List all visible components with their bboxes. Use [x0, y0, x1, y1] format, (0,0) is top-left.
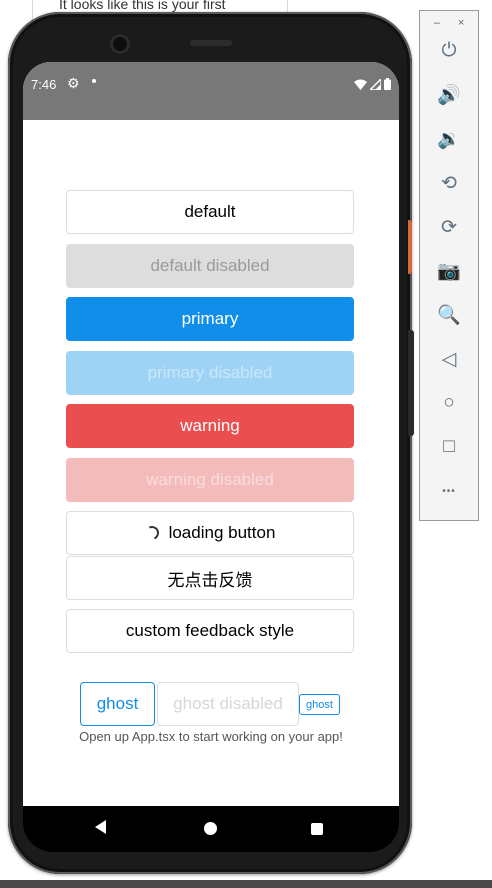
loading-spinner-icon [142, 524, 161, 542]
nav-recents-icon[interactable] [311, 823, 323, 835]
emulator-window-controls: – × [420, 17, 478, 31]
ghost-button[interactable]: ghost [80, 682, 155, 726]
no-feedback-button[interactable]: 无点击反馈 [66, 556, 354, 600]
earpiece-speaker [190, 40, 232, 46]
nav-home-icon[interactable] [204, 822, 217, 835]
custom-feedback-button[interactable]: custom feedback style [66, 609, 354, 653]
power-icon[interactable]: ⏻ [420, 36, 478, 66]
close-icon[interactable]: × [458, 17, 464, 29]
ghost-disabled-button: ghost disabled [157, 682, 299, 726]
loading-button[interactable]: loading button [66, 511, 354, 555]
volume-down-icon[interactable]: 🔉 [420, 124, 478, 154]
front-camera [110, 34, 130, 54]
emulator-toolbar: – × ⏻ 🔊 🔉 ⟲ ⟳ 📷 🔍 ◁ ○ □ ••• [419, 10, 479, 521]
warning-disabled-button: warning disabled [66, 458, 354, 502]
primary-button[interactable]: primary [66, 297, 354, 341]
phone-screen: 7:46 ⚙ default default disabled primary … [23, 62, 399, 806]
bottom-strip [0, 880, 492, 888]
rotate-right-icon[interactable]: ⟳ [420, 212, 478, 242]
default-disabled-button: default disabled [66, 244, 354, 288]
default-button[interactable]: default [66, 190, 354, 234]
home-icon[interactable]: ○ [420, 388, 478, 418]
notification-dot-icon [92, 79, 96, 83]
battery-icon [384, 78, 391, 90]
camera-icon[interactable]: 📷 [420, 256, 478, 286]
wifi-icon [354, 79, 367, 90]
phone-power-button[interactable] [408, 220, 412, 274]
android-nav-bar [23, 806, 399, 852]
volume-up-icon[interactable]: 🔊 [420, 80, 478, 110]
nav-back-icon[interactable] [95, 820, 106, 834]
footer-hint-text: Open up App.tsx to start working on your… [79, 729, 343, 744]
zoom-icon[interactable]: 🔍 [420, 300, 478, 330]
background-document-text: It looks like this is your first [59, 0, 226, 12]
signal-icon [370, 78, 381, 90]
minimize-icon[interactable]: – [434, 17, 440, 29]
back-icon[interactable]: ◁ [420, 344, 478, 374]
overview-icon[interactable]: □ [420, 432, 478, 462]
status-bar: 7:46 ⚙ [23, 62, 399, 120]
more-icon[interactable]: ••• [420, 476, 478, 506]
settings-gear-icon: ⚙ [67, 75, 80, 91]
loading-button-label: loading button [168, 523, 276, 542]
status-icons [354, 78, 391, 90]
warning-button[interactable]: warning [66, 404, 354, 448]
phone-volume-button[interactable] [408, 330, 414, 436]
ghost-small-button[interactable]: ghost [299, 694, 340, 715]
status-time: 7:46 [31, 77, 57, 92]
rotate-left-icon[interactable]: ⟲ [420, 168, 478, 198]
primary-disabled-button: primary disabled [66, 351, 354, 395]
